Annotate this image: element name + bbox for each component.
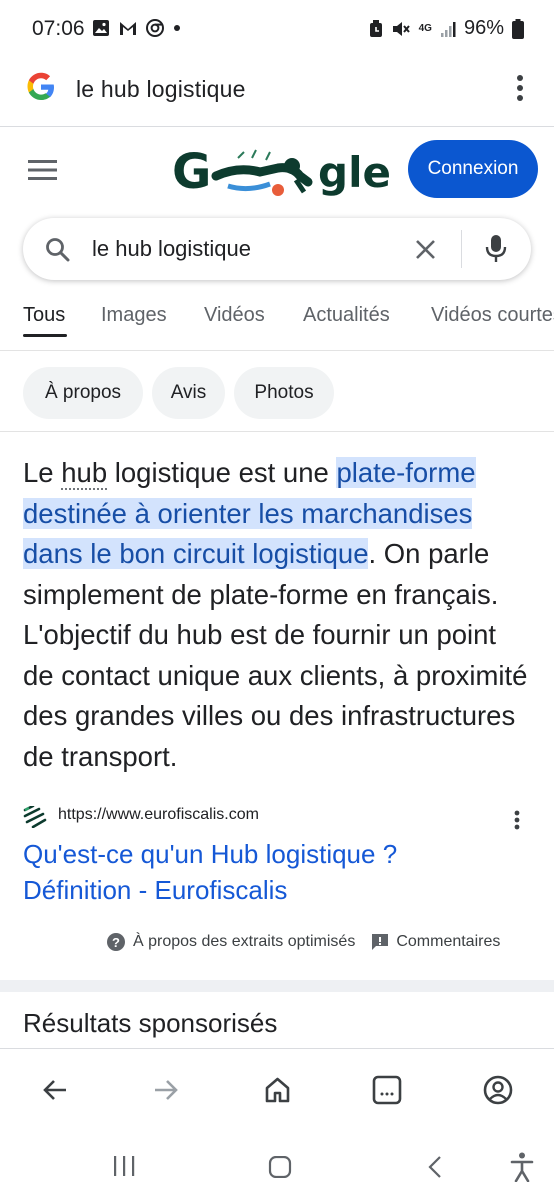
snippet-part2: logistique est une [107,457,337,488]
snippet-part1: Le [23,457,62,488]
notification-icons [92,19,181,37]
chip-avis[interactable]: Avis [152,367,225,419]
search-divider [461,230,462,268]
result-title-line1[interactable]: Qu'est-ce qu'un Hub logistique ? [23,839,397,869]
chip-a-propos[interactable]: À propos [23,367,143,419]
logo-right-letters: gle [318,148,391,197]
recent-apps-icon[interactable] [113,1156,135,1176]
google-g-icon [27,72,54,100]
battery-icon [512,18,524,39]
snippet-highlight-1: plate-forme [336,457,476,488]
snippet-part3: . On parle simplement de plate-forme en … [23,538,528,772]
search-icon [46,238,70,262]
about-snippets-link[interactable]: À propos des extraits optimisés [133,933,355,951]
network-type: 4G [418,22,432,34]
help-icon[interactable]: ? [106,932,126,952]
section-divider [0,980,554,992]
signal-icon [440,21,456,37]
chip-photos[interactable]: Photos [234,367,334,419]
search-input[interactable]: le hub logistique [92,236,251,262]
result-options-icon[interactable] [514,810,520,830]
status-bar: 07:06 4G 96% [0,0,554,58]
snippet-highlight-3: dans le bon circuit logistique [23,538,369,569]
source-url[interactable]: https://www.eurofiscalis.com [58,806,259,824]
feedback-icon[interactable] [371,933,389,951]
gmail-icon [120,22,136,35]
search-box[interactable]: le hub logistique [23,218,531,280]
tab-videos[interactable]: Vidéos [204,304,265,327]
battery-percent: 96% [463,17,504,39]
tab-tous[interactable]: Tous [23,304,65,327]
featured-snippet-text: Le hub logistique est une plate-forme de… [23,453,533,777]
clear-icon[interactable] [415,239,436,260]
tab-videos-courtes[interactable]: Vidéos courtes [431,304,554,327]
snippet-hub-term[interactable]: hub [61,457,108,490]
back-button-icon[interactable] [428,1155,442,1179]
chrome-icon [146,19,164,37]
signin-button[interactable]: Connexion [408,140,538,198]
search-tabs: Tous Images Vidéos Actualités Vidéos cou… [0,290,554,351]
tab-actualites[interactable]: Actualités [303,304,390,327]
home-button-icon[interactable] [268,1156,292,1178]
account-icon[interactable] [483,1075,513,1105]
address-bar[interactable]: le hub logistique [0,58,554,127]
feedback-link[interactable]: Commentaires [396,933,500,951]
forward-arrow-icon[interactable] [153,1078,179,1102]
divider [0,431,554,432]
accessibility-icon[interactable] [510,1152,534,1182]
alarm-icon [369,19,382,37]
google-doodle-logo[interactable]: G gle [172,140,391,202]
logo-left-letter: G [172,144,212,200]
result-title-link[interactable]: Qu'est-ce qu'un Hub logistique ? Définit… [23,836,523,908]
url-query[interactable]: le hub logistique [76,76,246,103]
browser-toolbar [0,1048,554,1131]
svg-text:?: ? [112,935,120,950]
doodle-figure-icon [211,149,313,196]
dot-icon [174,25,180,31]
snippet-footer: ? À propos des extraits optimisés Commen… [106,932,500,952]
site-favicon [23,806,47,828]
system-nav-bar [0,1130,554,1200]
menu-icon[interactable] [28,160,58,180]
tabs-icon[interactable] [372,1075,402,1105]
system-status: 4G 96% [369,17,524,40]
tab-images[interactable]: Images [101,304,167,327]
sponsored-heading: Résultats sponsorisés [23,1008,278,1038]
status-time: 07:06 [32,17,85,40]
mute-icon [392,21,410,36]
back-arrow-icon[interactable] [42,1078,68,1102]
snippet-highlight-2: destinée à orienter les marchandises [23,497,473,529]
more-options-icon[interactable] [516,74,524,102]
mic-icon[interactable] [485,234,507,264]
active-tab-indicator [23,334,67,337]
home-icon[interactable] [264,1076,291,1103]
result-title-line2[interactable]: Définition - Eurofiscalis [23,875,287,905]
gallery-icon [93,20,109,36]
